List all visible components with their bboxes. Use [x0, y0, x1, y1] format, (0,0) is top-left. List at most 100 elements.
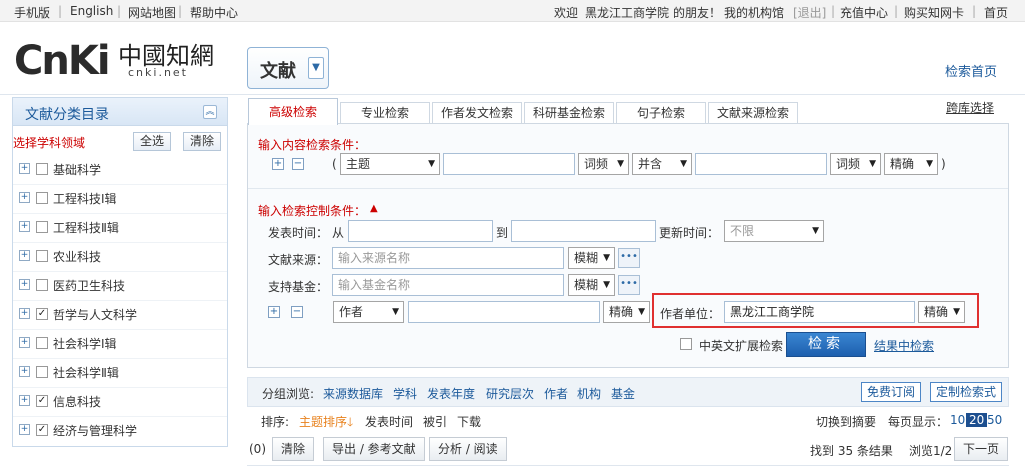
chevron-down-icon[interactable]: ▼ — [308, 57, 324, 79]
sort-download[interactable]: 下载 — [457, 413, 481, 430]
help-link[interactable]: 帮助中心 — [190, 4, 238, 21]
group-year[interactable]: 发表年度 — [427, 385, 475, 402]
category-checkbox[interactable] — [36, 279, 48, 291]
select-all-button[interactable]: 全选 — [133, 132, 172, 151]
group-subject[interactable]: 学科 — [393, 385, 417, 402]
tab-source-search[interactable]: 文献来源检索 — [708, 102, 798, 124]
home-link[interactable]: 首页 — [984, 4, 1008, 21]
publish-from-input[interactable] — [348, 220, 493, 242]
sidebar-item[interactable]: + ✓ 信息科技 — [19, 392, 219, 412]
expand-icon[interactable]: + — [19, 395, 30, 406]
cross-db-select-link[interactable]: 跨库选择 — [946, 99, 994, 116]
author-unit-input[interactable]: 黑龙江工商学院 — [724, 301, 915, 323]
expand-icon[interactable]: + — [19, 366, 30, 377]
category-checkbox[interactable] — [36, 337, 48, 349]
cross-language-checkbox[interactable] — [680, 338, 692, 350]
expand-icon[interactable]: + — [19, 308, 30, 319]
free-subscribe-button[interactable]: 免费订阅 — [861, 382, 922, 402]
my-library-link[interactable]: 我的机构馆 — [724, 4, 784, 21]
sidebar-item[interactable]: + 工程科技Ⅰ辑 — [19, 189, 219, 209]
expand-icon[interactable]: + — [19, 250, 30, 261]
tab-sentence-search[interactable]: 句子检索 — [616, 102, 706, 124]
category-checkbox[interactable] — [36, 163, 48, 175]
publish-to-input[interactable] — [511, 220, 656, 242]
collapse-icon[interactable]: ︽ — [203, 105, 217, 119]
expand-icon[interactable]: + — [19, 221, 30, 232]
tab-fund-search[interactable]: 科研基金检索 — [524, 102, 614, 124]
tab-advanced-search[interactable]: 高级检索 — [248, 98, 338, 125]
expand-icon[interactable]: + — [19, 192, 30, 203]
group-author[interactable]: 作者 — [544, 385, 568, 402]
expand-icon[interactable]: + — [19, 163, 30, 174]
more-icon[interactable]: ••• — [618, 275, 640, 295]
category-checkbox[interactable] — [36, 221, 48, 233]
group-fund[interactable]: 基金 — [611, 385, 635, 402]
category-checkbox[interactable]: ✓ — [36, 424, 48, 436]
sidebar-item[interactable]: + ✓ 哲学与人文科学 — [19, 305, 219, 325]
next-page-button[interactable]: 下一页 — [954, 437, 1009, 461]
custom-query-button[interactable]: 定制检索式 — [930, 382, 1003, 402]
group-org[interactable]: 机构 — [577, 385, 601, 402]
sidebar-item[interactable]: + 工程科技Ⅱ辑 — [19, 218, 219, 238]
per-page-10[interactable]: 10 — [950, 413, 965, 427]
author-unit-match-select[interactable]: 精确 ▼ — [918, 301, 965, 323]
logic-select[interactable]: 并含 ▼ — [632, 153, 692, 175]
recharge-link[interactable]: 充值中心 — [840, 4, 888, 21]
category-checkbox[interactable]: ✓ — [36, 395, 48, 407]
search-home-link[interactable]: 检索首页 — [945, 61, 997, 80]
sidebar-item[interactable]: + 农业科技 — [19, 247, 219, 267]
sort-publish-time[interactable]: 发表时间 — [365, 413, 413, 430]
field-select[interactable]: 主题 ▼ — [340, 153, 440, 175]
export-button[interactable]: 导出 / 参考文献 — [323, 437, 425, 461]
collapse-icon[interactable]: ▲ — [370, 203, 378, 214]
search-in-results-link[interactable]: 结果中检索 — [874, 337, 934, 354]
sidebar-item[interactable]: + 医药卫生科技 — [19, 276, 219, 296]
cnki-logo[interactable]: CnKi 中國知網 cnki.net — [14, 36, 219, 88]
buy-card-link[interactable]: 购买知网卡 — [904, 4, 964, 21]
document-type-select[interactable]: 文献 ▼ — [247, 47, 329, 89]
sidebar-item[interactable]: + 基础科学 — [19, 160, 219, 180]
english-link[interactable]: English — [70, 4, 113, 18]
fund-input[interactable]: 输入基金名称 — [332, 274, 564, 296]
category-checkbox[interactable] — [36, 192, 48, 204]
sort-topic[interactable]: 主题排序🡓 — [299, 413, 353, 434]
per-page-20[interactable]: 20 — [966, 413, 988, 427]
clear-selection-button[interactable]: 清除 — [272, 437, 315, 461]
switch-abstract-link[interactable]: 切换到摘要 — [816, 413, 876, 430]
expand-icon[interactable]: + — [19, 279, 30, 290]
sitemap-link[interactable]: 网站地图 — [128, 4, 176, 21]
remove-row-icon[interactable]: − — [292, 158, 304, 170]
expand-icon[interactable]: + — [19, 424, 30, 435]
category-checkbox[interactable]: ✓ — [36, 308, 48, 320]
source-input[interactable]: 输入来源名称 — [332, 247, 564, 269]
analyze-button[interactable]: 分析 / 阅读 — [429, 437, 507, 461]
more-icon[interactable]: ••• — [618, 248, 640, 268]
expand-icon[interactable]: + — [19, 337, 30, 348]
category-checkbox[interactable] — [36, 250, 48, 262]
remove-row-icon[interactable]: − — [291, 306, 303, 318]
group-source-db[interactable]: 来源数据库 — [323, 385, 383, 402]
match-select[interactable]: 精确 ▼ — [884, 153, 938, 175]
tab-professional-search[interactable]: 专业检索 — [340, 102, 430, 124]
sidebar-item[interactable]: + ✓ 经济与管理科学 — [19, 421, 219, 441]
keyword-input-2[interactable] — [695, 153, 827, 175]
frequency-select-2[interactable]: 词频 ▼ — [830, 153, 881, 175]
category-checkbox[interactable] — [36, 366, 48, 378]
author-match-select[interactable]: 精确 ▼ — [603, 301, 650, 323]
fund-match-select[interactable]: 模糊 ▼ — [568, 274, 615, 296]
update-time-select[interactable]: 不限 ▼ — [724, 220, 824, 242]
add-row-icon[interactable]: + — [268, 306, 280, 318]
sort-cited[interactable]: 被引 — [423, 413, 447, 430]
per-page-50[interactable]: 50 — [987, 413, 1002, 427]
author-field-select[interactable]: 作者 ▼ — [333, 301, 404, 323]
mobile-link[interactable]: 手机版 — [14, 4, 50, 21]
search-button[interactable]: 检索 — [786, 332, 866, 357]
sidebar-item[interactable]: + 社会科学Ⅰ辑 — [19, 334, 219, 354]
add-row-icon[interactable]: + — [272, 158, 284, 170]
tab-author-search[interactable]: 作者发文检索 — [432, 102, 522, 124]
group-level[interactable]: 研究层次 — [486, 385, 534, 402]
sidebar-item[interactable]: + 社会科学Ⅱ辑 — [19, 363, 219, 383]
source-match-select[interactable]: 模糊 ▼ — [568, 247, 615, 269]
logout-link[interactable]: [退出] — [793, 4, 826, 21]
author-input[interactable] — [408, 301, 600, 323]
